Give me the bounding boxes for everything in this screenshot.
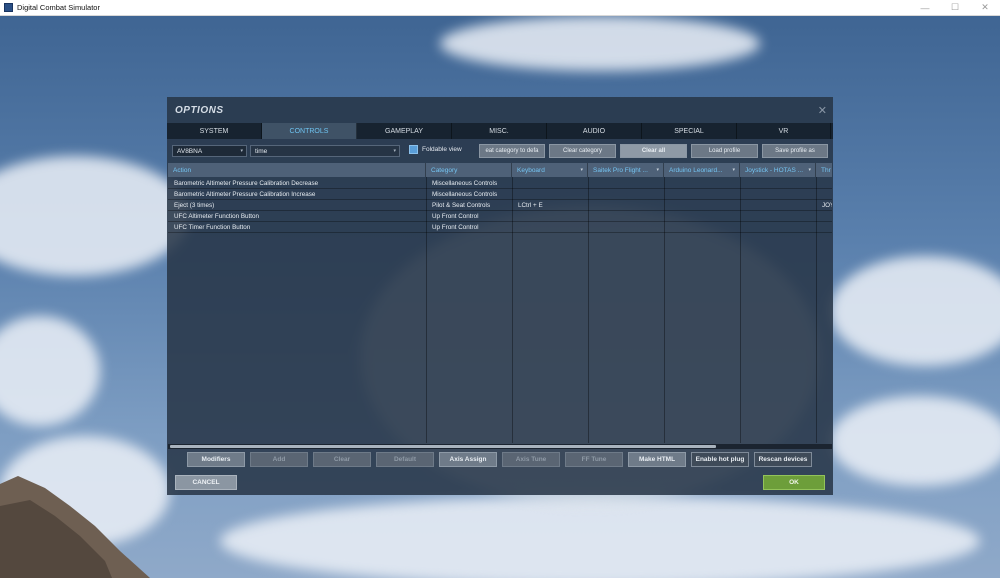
aircraft-select-value: AV8BNA (177, 147, 203, 155)
row-action: UFC Timer Function Button (174, 224, 251, 231)
column-joystick[interactable]: Joystick - HOTAS ... ▾ (740, 163, 816, 177)
row-action: Barometric Altimeter Pressure Calibratio… (174, 180, 319, 187)
cloud (830, 256, 1000, 366)
window-title: Digital Combat Simulator (17, 3, 100, 12)
dialog-title: OPTIONS (175, 104, 224, 116)
column-arduino[interactable]: Arduino Leonard... ▾ (664, 163, 740, 177)
ok-button[interactable]: OK (763, 475, 825, 490)
row-category: Up Front Control (432, 213, 479, 220)
search-input[interactable]: time ▾ (250, 145, 400, 157)
close-dialog-icon[interactable]: ✕ (818, 104, 827, 117)
table-row[interactable]: Barometric Altimeter Pressure Calibratio… (168, 178, 832, 189)
tab-controls[interactable]: CONTROLS (262, 123, 357, 139)
save-profile-button[interactable]: Save profile as (762, 144, 828, 158)
horizontal-scrollbar[interactable] (168, 444, 832, 449)
options-dialog: OPTIONS ✕ SYSTEM CONTROLS GAMEPLAY MISC.… (167, 97, 833, 495)
rescan-devices-button[interactable]: Rescan devices (754, 452, 812, 467)
column-action[interactable]: Action (168, 163, 426, 177)
search-input-value: time (255, 147, 268, 155)
row-category: Miscellaneous Controls (432, 180, 498, 187)
aircraft-select[interactable]: AV8BNA ▾ (172, 145, 247, 157)
cloud (0, 316, 100, 426)
row-action: UFC Altimeter Function Button (174, 213, 260, 220)
scrollbar-thumb[interactable] (170, 445, 716, 448)
column-throttle[interactable]: Thr (816, 163, 832, 177)
row-keyboard[interactable] (512, 222, 588, 233)
table-row[interactable]: Eject (3 times) Pilot & Seat Controls LC… (168, 200, 832, 211)
row-category: Miscellaneous Controls (432, 191, 498, 198)
enable-hot-plug-button[interactable]: Enable hot plug (691, 452, 749, 467)
clear-all-button[interactable]: Clear all (620, 144, 687, 158)
chevron-down-icon[interactable]: ▾ (808, 167, 811, 173)
rock-formation (0, 476, 150, 578)
app-icon (4, 3, 13, 12)
cancel-button[interactable]: CANCEL (175, 475, 237, 490)
cloud (220, 496, 980, 578)
chevron-down-icon[interactable]: ▾ (732, 167, 735, 173)
row-category: Pilot & Seat Controls (432, 202, 491, 209)
tab-system[interactable]: SYSTEM (167, 123, 262, 139)
load-profile-button[interactable]: Load profile (691, 144, 758, 158)
row-action: Eject (3 times) (174, 202, 215, 209)
maximize-icon[interactable]: ☐ (940, 0, 970, 16)
cloud (440, 16, 760, 71)
row-keyboard[interactable] (512, 189, 588, 200)
column-keyboard-label: Keyboard (517, 166, 545, 174)
bindings-table: Action Category Keyboard ▾ Saitek Pro Fl… (168, 163, 832, 443)
chevron-down-icon[interactable]: ▾ (656, 167, 659, 173)
row-action: Barometric Altimeter Pressure Calibratio… (174, 191, 316, 198)
row-keyboard[interactable] (512, 178, 588, 189)
column-joystick-label: Joystick - HOTAS ... (745, 166, 804, 174)
controls-toolbar: AV8BNA ▾ time ▾ Foldable view eat catego… (172, 144, 828, 158)
chevron-down-icon: ▾ (240, 148, 243, 154)
row-category: Up Front Control (432, 224, 479, 231)
tab-special[interactable]: SPECIAL (642, 123, 737, 139)
foldable-view-checkbox[interactable] (409, 145, 418, 154)
table-row[interactable]: Barometric Altimeter Pressure Calibratio… (168, 189, 832, 200)
cloud (0, 156, 190, 276)
dialog-header: OPTIONS ✕ (167, 97, 833, 123)
tab-vr[interactable]: VR (737, 123, 831, 139)
make-html-button[interactable]: Make HTML (628, 452, 686, 467)
clear-category-button[interactable]: Clear category (549, 144, 616, 158)
default-button[interactable]: Default (376, 452, 434, 467)
minimize-icon[interactable]: — (910, 0, 940, 16)
table-row[interactable]: UFC Timer Function Button Up Front Contr… (168, 222, 832, 233)
table-row[interactable]: UFC Altimeter Function Button Up Front C… (168, 211, 832, 222)
chevron-down-icon: ▾ (393, 148, 396, 154)
column-category[interactable]: Category (426, 163, 512, 177)
table-header: Action Category Keyboard ▾ Saitek Pro Fl… (168, 163, 832, 177)
clear-button[interactable]: Clear (313, 452, 371, 467)
tab-misc[interactable]: MISC. (452, 123, 547, 139)
chevron-down-icon[interactable]: ▾ (580, 167, 583, 173)
window-controls: — ☐ ✕ (910, 0, 1000, 16)
column-saitek-label: Saitek Pro Flight ... (593, 166, 648, 174)
close-window-icon[interactable]: ✕ (970, 0, 1000, 16)
reset-category-button[interactable]: eat category to defa (479, 144, 545, 158)
axis-assign-button[interactable]: Axis Assign (439, 452, 497, 467)
column-arduino-label: Arduino Leonard... (669, 166, 723, 174)
column-saitek[interactable]: Saitek Pro Flight ... ▾ (588, 163, 664, 177)
axis-tune-button[interactable]: Axis Tune (502, 452, 560, 467)
row-throttle[interactable]: JOY (816, 200, 832, 211)
window-titlebar: Digital Combat Simulator — ☐ ✕ (0, 0, 1000, 16)
options-tabs: SYSTEM CONTROLS GAMEPLAY MISC. AUDIO SPE… (167, 123, 833, 139)
modifiers-button[interactable]: Modifiers (187, 452, 245, 467)
row-keyboard[interactable] (512, 211, 588, 222)
foldable-view-label: Foldable view (422, 146, 462, 153)
column-keyboard[interactable]: Keyboard ▾ (512, 163, 588, 177)
cloud (830, 396, 1000, 486)
ff-tune-button[interactable]: FF Tune (565, 452, 623, 467)
add-button[interactable]: Add (250, 452, 308, 467)
tab-gameplay[interactable]: GAMEPLAY (357, 123, 452, 139)
row-keyboard[interactable]: LCtrl + E (512, 200, 588, 211)
tab-audio[interactable]: AUDIO (547, 123, 642, 139)
